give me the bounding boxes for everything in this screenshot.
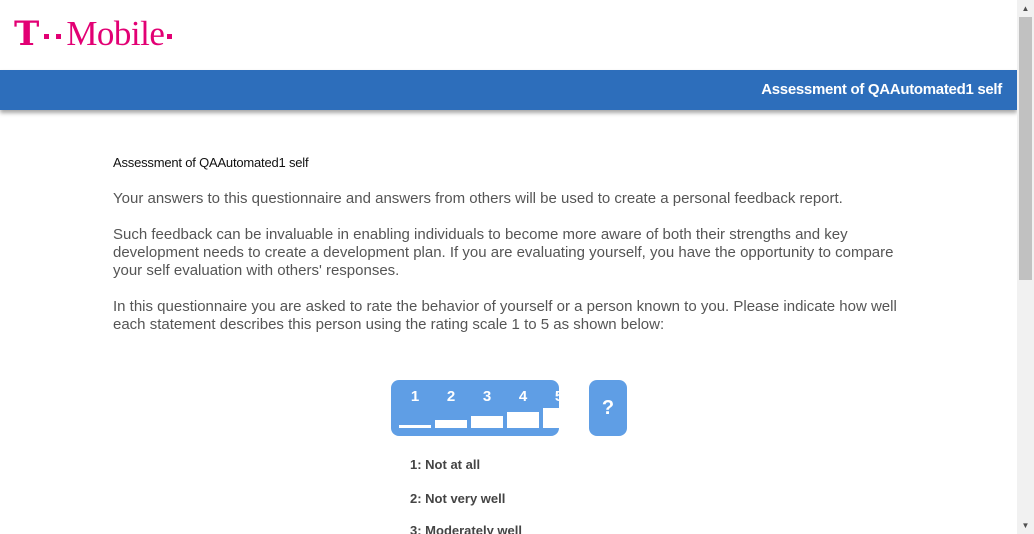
page: T Mobile Assessment of QAAutomated1 self… (0, 0, 1017, 534)
vertical-scrollbar[interactable]: ▲ ▼ (1017, 0, 1034, 534)
header-title: Assessment of QAAutomated1 self (761, 81, 1002, 98)
rating-level-5: 5 (543, 380, 575, 436)
scrollbar-thumb[interactable] (1019, 17, 1032, 280)
rating-bar-3 (471, 416, 503, 428)
rating-bar-5 (543, 408, 575, 428)
rating-level-1: 1 (399, 380, 431, 436)
logo-dot (56, 33, 62, 39)
rating-level-3: 3 (471, 380, 503, 436)
rating-level-4: 4 (507, 380, 539, 436)
logo-dot (44, 33, 50, 39)
rating-level-label: 5 (554, 388, 564, 405)
rating-level-2: 2 (435, 380, 467, 436)
legend-item-3: 3: Moderately well (410, 523, 522, 534)
tmobile-logo[interactable]: T Mobile (14, 14, 173, 54)
rating-bar-2 (435, 420, 467, 428)
intro-paragraph-3: In this questionnaire you are asked to r… (113, 298, 897, 333)
header-banner: Assessment of QAAutomated1 self (0, 70, 1017, 110)
rating-bar-4 (507, 412, 539, 428)
logo-dot (167, 33, 173, 39)
rating-level-label: 4 (518, 388, 528, 405)
rating-level-label: 3 (482, 388, 492, 405)
rating-level-label: 1 (410, 388, 420, 405)
legend-item-1: 1: Not at all (410, 457, 481, 472)
rating-bar-1 (399, 425, 431, 428)
legend-item-2: 2: Not very well (410, 491, 506, 506)
scroll-down-arrow-icon[interactable]: ▼ (1017, 517, 1034, 534)
logo-wordmark: Mobile (66, 14, 165, 53)
logo-t-mark: T (14, 14, 40, 54)
rating-level-label: 2 (446, 388, 456, 405)
intro-paragraph-1: Your answers to this questionnaire and a… (113, 190, 843, 207)
rating-help-button[interactable]: ? (589, 380, 627, 436)
section-title: Assessment of QAAutomated1 self (113, 155, 309, 170)
intro-paragraph-2: Such feedback can be invaluable in enabl… (113, 226, 894, 279)
rating-scale: 1 2 3 4 5 (391, 380, 575, 436)
scroll-up-arrow-icon[interactable]: ▲ (1017, 0, 1034, 17)
